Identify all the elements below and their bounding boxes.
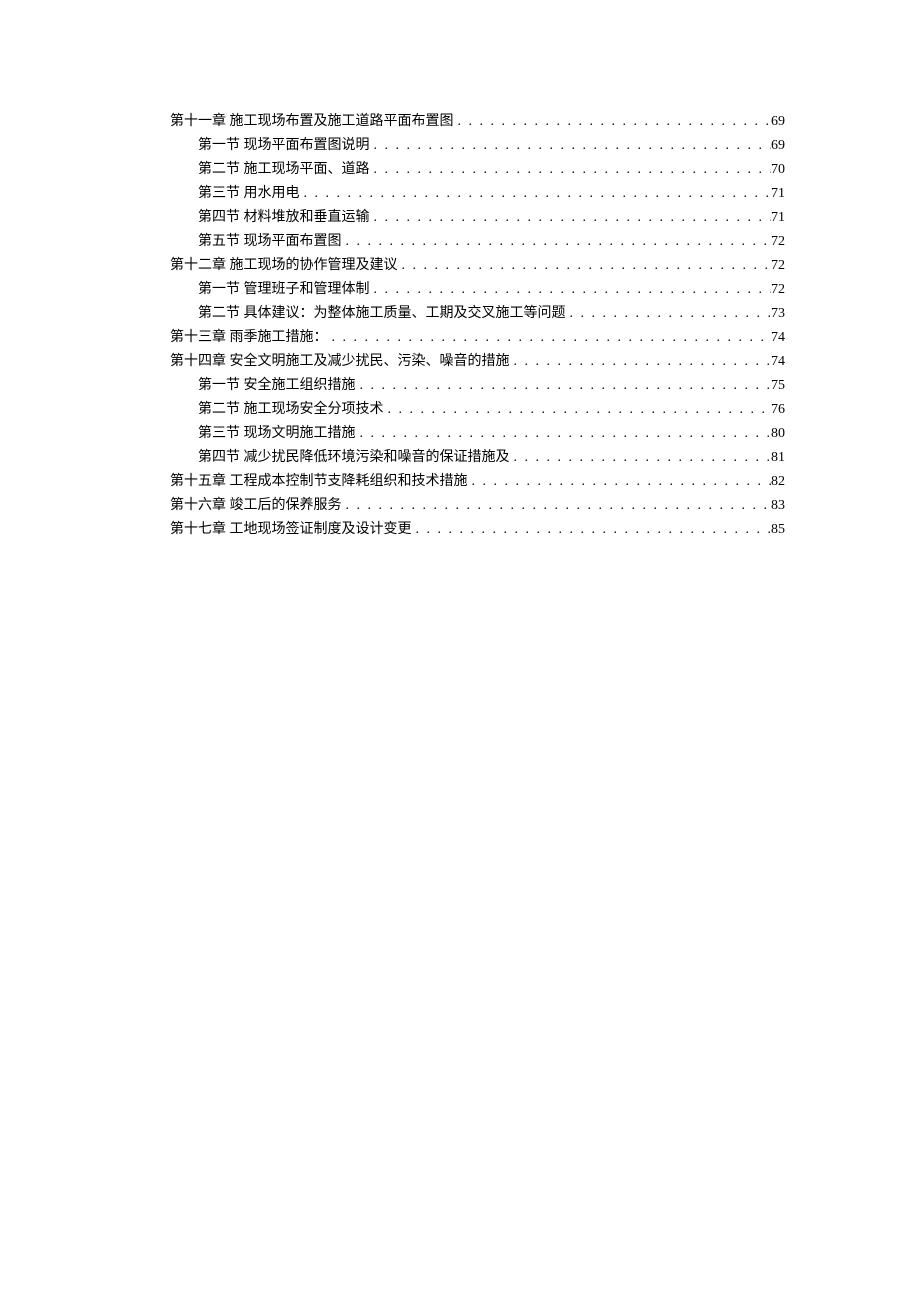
toc-entry: 第一节 安全施工组织措施 75 (198, 374, 785, 398)
toc-label: 第三节 现场文明施工措施 (198, 422, 356, 446)
toc-label: 第二节 具体建议：为整体施工质量、工期及交叉施工等问题 (198, 302, 566, 326)
toc-entry: 第十三章 雨季施工措施： 74 (170, 326, 785, 350)
toc-page-number: 75 (771, 374, 785, 398)
toc-entry: 第十七章 工地现场签证制度及设计变更 85 (170, 518, 785, 542)
toc-entry: 第一节 现场平面布置图说明 69 (198, 134, 785, 158)
toc-leader-dots (412, 518, 772, 542)
toc-page-number: 80 (771, 422, 785, 446)
toc-entry: 第一节 管理班子和管理体制 72 (198, 278, 785, 302)
toc-page-number: 69 (771, 134, 785, 158)
toc-label: 第十一章 施工现场布置及施工道路平面布置图 (170, 110, 454, 134)
toc-entry: 第四节 减少扰民降低环境污染和噪音的保证措施及 81 (198, 446, 785, 470)
toc-label: 第一节 管理班子和管理体制 (198, 278, 370, 302)
toc-label: 第四节 材料堆放和垂直运输 (198, 206, 370, 230)
toc-leader-dots (356, 422, 772, 446)
toc-entry: 第二节 施工现场安全分项技术 76 (198, 398, 785, 422)
toc-entry: 第五节 现场平面布置图 72 (198, 230, 785, 254)
toc-page-number: 73 (771, 302, 785, 326)
toc-page-number: 70 (771, 158, 785, 182)
toc-label: 第十四章 安全文明施工及减少扰民、污染、噪音的措施 (170, 350, 510, 374)
toc-label: 第十五章 工程成本控制节支降耗组织和技术措施 (170, 470, 468, 494)
toc-label: 第一节 安全施工组织措施 (198, 374, 356, 398)
toc-entry: 第十六章 竣工后的保养服务 83 (170, 494, 785, 518)
toc-label: 第五节 现场平面布置图 (198, 230, 342, 254)
toc-leader-dots (300, 182, 772, 206)
toc-page-number: 71 (771, 206, 785, 230)
toc-page-number: 81 (771, 446, 785, 470)
toc-entry: 第三节 用水用电 71 (198, 182, 785, 206)
toc-page-number: 72 (771, 254, 785, 278)
toc-page-number: 72 (771, 230, 785, 254)
table-of-contents: 第十一章 施工现场布置及施工道路平面布置图69第一节 现场平面布置图说明69第二… (170, 110, 785, 542)
toc-page-number: 74 (771, 350, 785, 374)
document-page: 第十一章 施工现场布置及施工道路平面布置图69第一节 现场平面布置图说明69第二… (0, 0, 920, 542)
toc-leader-dots (510, 446, 772, 470)
toc-label: 第十七章 工地现场签证制度及设计变更 (170, 518, 412, 542)
toc-entry: 第四节 材料堆放和垂直运输 71 (198, 206, 785, 230)
toc-label: 第一节 现场平面布置图说明 (198, 134, 370, 158)
toc-leader-dots (356, 374, 772, 398)
toc-leader-dots (566, 302, 772, 326)
toc-leader-dots (328, 326, 772, 350)
toc-page-number: 85 (771, 518, 785, 542)
toc-leader-dots (342, 230, 772, 254)
toc-page-number: 69 (771, 110, 785, 134)
toc-label: 第十三章 雨季施工措施： (170, 326, 328, 350)
toc-entry: 第十五章 工程成本控制节支降耗组织和技术措施 82 (170, 470, 785, 494)
toc-page-number: 83 (771, 494, 785, 518)
toc-leader-dots (468, 470, 772, 494)
toc-entry: 第十一章 施工现场布置及施工道路平面布置图 69 (170, 110, 785, 134)
toc-label: 第二节 施工现场平面、道路 (198, 158, 370, 182)
toc-label: 第十二章 施工现场的协作管理及建议 (170, 254, 398, 278)
toc-leader-dots (454, 110, 772, 134)
toc-entry: 第十二章 施工现场的协作管理及建议 72 (170, 254, 785, 278)
toc-leader-dots (384, 398, 772, 422)
toc-leader-dots (342, 494, 772, 518)
toc-label: 第二节 施工现场安全分项技术 (198, 398, 384, 422)
toc-page-number: 74 (771, 326, 785, 350)
toc-leader-dots (398, 254, 772, 278)
toc-leader-dots (370, 134, 772, 158)
toc-leader-dots (370, 206, 772, 230)
toc-entry: 第二节 具体建议：为整体施工质量、工期及交叉施工等问题 73 (198, 302, 785, 326)
toc-label: 第三节 用水用电 (198, 182, 300, 206)
toc-label: 第十六章 竣工后的保养服务 (170, 494, 342, 518)
toc-entry: 第十四章 安全文明施工及减少扰民、污染、噪音的措施 74 (170, 350, 785, 374)
toc-label: 第四节 减少扰民降低环境污染和噪音的保证措施及 (198, 446, 510, 470)
toc-entry: 第三节 现场文明施工措施 80 (198, 422, 785, 446)
toc-page-number: 76 (771, 398, 785, 422)
toc-leader-dots (510, 350, 772, 374)
toc-leader-dots (370, 158, 772, 182)
toc-entry: 第二节 施工现场平面、道路 70 (198, 158, 785, 182)
toc-page-number: 71 (771, 182, 785, 206)
toc-page-number: 72 (771, 278, 785, 302)
toc-page-number: 82 (771, 470, 785, 494)
toc-leader-dots (370, 278, 772, 302)
